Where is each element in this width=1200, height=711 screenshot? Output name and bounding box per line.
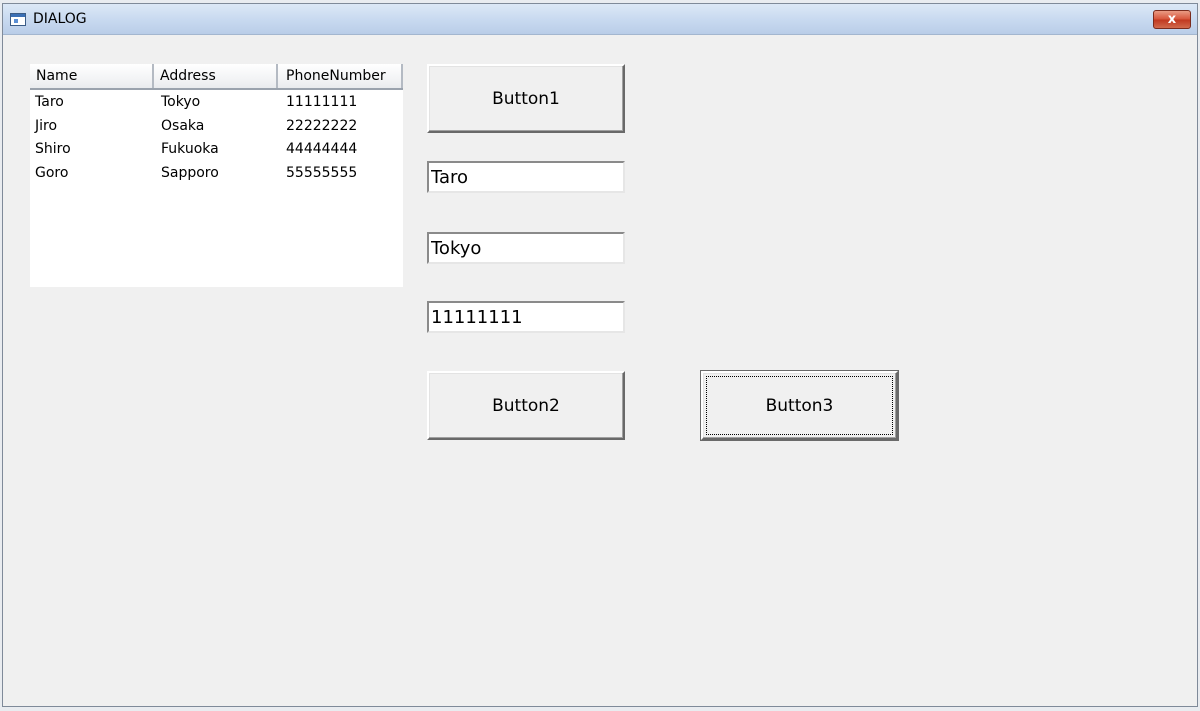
address-field[interactable] [427, 232, 625, 264]
cell-name: Taro [35, 94, 64, 110]
close-button[interactable]: x [1153, 10, 1191, 29]
title-bar[interactable]: DIALOG x [3, 4, 1197, 35]
button2-label: Button2 [492, 395, 560, 416]
cell-name: Shiro [35, 141, 71, 157]
cell-address: Fukuoka [161, 141, 219, 157]
button3[interactable]: Button3 [700, 370, 899, 441]
dialog-window: DIALOG x Name Address PhoneNumber Taro T… [2, 3, 1198, 707]
phone-field[interactable] [427, 301, 625, 333]
cell-phone: 44444444 [286, 141, 358, 157]
button1[interactable]: Button1 [427, 64, 625, 133]
cell-name: Goro [35, 164, 69, 181]
cell-name: Jiro [35, 117, 58, 134]
close-icon: x [1167, 12, 1177, 27]
cell-address: Osaka [161, 117, 205, 134]
list-row[interactable]: Taro Tokyo 11111111 [30, 91, 403, 115]
cell-phone: 11111111 [286, 94, 358, 110]
dialog-client-area: Name Address PhoneNumber Taro Tokyo 1111… [3, 35, 1197, 706]
list-row[interactable]: Jiro Osaka 22222222 [30, 115, 403, 139]
list-row[interactable]: Shiro Fukuoka 44444444 [30, 138, 403, 162]
button1-label: Button1 [492, 88, 560, 109]
cell-phone: 55555555 [286, 164, 358, 181]
column-header-address[interactable]: Address [154, 64, 278, 88]
cell-address: Sapporo [161, 164, 219, 181]
listview-rows: Taro Tokyo 11111111 Jiro Osaka 22222222 … [30, 91, 403, 185]
window-app-icon [10, 13, 26, 26]
window-title: DIALOG [33, 11, 87, 27]
button2[interactable]: Button2 [427, 371, 625, 440]
column-header-phone[interactable]: PhoneNumber [278, 64, 403, 88]
name-field[interactable] [427, 161, 625, 193]
cell-phone: 22222222 [286, 117, 358, 134]
list-row[interactable]: Goro Sapporo 55555555 [30, 162, 403, 186]
listview-header: Name Address PhoneNumber [30, 64, 403, 90]
contacts-listview[interactable]: Name Address PhoneNumber Taro Tokyo 1111… [30, 64, 403, 287]
column-header-name[interactable]: Name [30, 64, 154, 88]
cell-address: Tokyo [161, 94, 201, 110]
button3-label: Button3 [765, 395, 834, 416]
